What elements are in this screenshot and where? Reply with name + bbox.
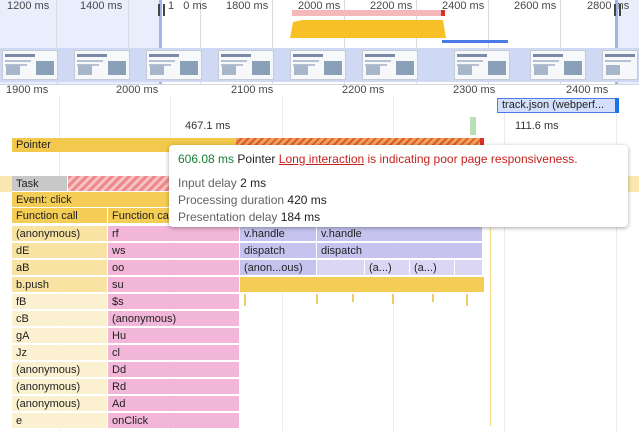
overview-tick: 1200 ms xyxy=(7,0,50,12)
network-request-track-json[interactable]: track.json (webperf... xyxy=(497,98,619,113)
screenshot-thumbnail[interactable] xyxy=(146,50,202,80)
screenshot-thumbnail[interactable] xyxy=(218,50,274,80)
overview-tick: 2400 ms xyxy=(442,0,485,12)
flame-entry[interactable]: Hu xyxy=(108,328,240,344)
flame-entry[interactable]: (anonymous) xyxy=(12,362,108,378)
flame-function-call-label: Function ca xyxy=(112,210,169,222)
flame-entry[interactable]: (anon...ous) xyxy=(240,260,317,276)
flame-entry[interactable]: dispatch xyxy=(240,243,317,259)
overview-long-task-marker xyxy=(441,10,445,16)
flame-sliver xyxy=(466,294,468,306)
flame-sliver xyxy=(352,294,354,302)
tooltip-interaction-type: Pointer xyxy=(237,152,276,166)
tooltip-input-delay: Input delay 2 ms xyxy=(178,176,619,190)
flame-entry[interactable]: onClick xyxy=(108,413,240,429)
tooltip-presentation-delay: Presentation delay 184 ms xyxy=(178,210,619,224)
timeline-ruler: 1900 ms 2000 ms 2100 ms 2200 ms 2300 ms … xyxy=(0,84,639,98)
overview-tick: 1 0 ms xyxy=(168,0,208,12)
screenshots-filmstrip xyxy=(0,48,639,82)
ruler-tick: 2100 ms xyxy=(231,84,274,96)
flame-entry[interactable]: v.handle xyxy=(317,226,483,242)
overview-tick: 1400 ms xyxy=(80,0,123,12)
right-handle-grip-icon[interactable] xyxy=(614,4,621,16)
interaction-tooltip: 606.08 ms Pointer Long interaction is in… xyxy=(169,145,628,227)
flame-entry[interactable]: cB xyxy=(12,311,108,327)
overview-network-request xyxy=(442,40,508,43)
flame-entry[interactable] xyxy=(455,260,483,276)
flame-task-label: Task xyxy=(16,178,39,190)
screenshot-thumbnail[interactable] xyxy=(2,50,58,80)
flame-sliver xyxy=(316,294,318,304)
flame-sliver xyxy=(392,294,394,304)
flame-entry[interactable]: (a...) xyxy=(365,260,410,276)
ruler-tick: 1900 ms xyxy=(6,84,49,96)
flame-entry[interactable]: $s xyxy=(108,294,240,310)
network-request-end-marker xyxy=(615,98,619,113)
flame-entry[interactable]: (anonymous) xyxy=(12,379,108,395)
input-delay-label: Input delay xyxy=(178,176,237,190)
ruler-tick: 2400 ms xyxy=(566,84,609,96)
processing-duration-label: Processing duration xyxy=(178,193,285,207)
screenshot-thumbnail[interactable] xyxy=(530,50,586,80)
flame-entry[interactable]: e xyxy=(12,413,108,429)
flame-task[interactable]: Task xyxy=(12,176,68,192)
flame-entry[interactable]: (a...) xyxy=(410,260,455,276)
screenshot-thumbnail[interactable] xyxy=(602,50,638,80)
overview-network-bar xyxy=(292,10,444,16)
tooltip-processing-duration: Processing duration 420 ms xyxy=(178,193,619,207)
overview-tick: 2800 ms xyxy=(587,0,630,12)
flame-entry[interactable]: aB xyxy=(12,260,108,276)
timeline-overview[interactable]: 1200 ms 1400 ms 1 0 ms 1800 ms 2000 ms 2… xyxy=(0,0,639,84)
flame-entry[interactable]: b.push xyxy=(12,277,108,293)
flame-entry[interactable]: (anonymous) xyxy=(12,226,108,242)
screenshot-thumbnail[interactable] xyxy=(290,50,346,80)
flame-entry[interactable]: ws xyxy=(108,243,240,259)
screenshot-thumbnail[interactable] xyxy=(362,50,418,80)
flame-entry[interactable]: dE xyxy=(12,243,108,259)
screenshot-thumbnail[interactable] xyxy=(74,50,130,80)
flame-entry[interactable]: Dd xyxy=(108,362,240,378)
flame-entry[interactable]: Rd xyxy=(108,379,240,395)
flame-sliver xyxy=(244,294,246,306)
tooltip-warning-message: is indicating poor page responsiveness. xyxy=(367,152,578,166)
tooltip-duration: 606.08 ms xyxy=(178,152,235,166)
flame-entry[interactable]: Jz xyxy=(12,345,108,361)
flame-entry[interactable]: oo xyxy=(108,260,240,276)
flame-entry[interactable]: v.handle xyxy=(240,226,317,242)
ruler-tick: 2000 ms xyxy=(116,84,159,96)
interaction-marker[interactable] xyxy=(470,117,476,135)
pointer-label: Pointer xyxy=(16,139,51,151)
interaction-duration-right: 111.6 ms xyxy=(515,120,559,132)
flame-entry[interactable]: Ad xyxy=(108,396,240,412)
long-interaction-link[interactable]: Long interaction xyxy=(279,152,364,166)
ruler-tick: 2300 ms xyxy=(453,84,496,96)
processing-duration-value: 420 ms xyxy=(287,193,327,207)
overview-tick: 1800 ms xyxy=(226,0,269,12)
flame-entry[interactable]: fB xyxy=(12,294,108,310)
flame-entry[interactable]: su xyxy=(108,277,240,293)
interaction-duration-left: 467.1 ms xyxy=(185,120,231,132)
flame-function-call-label: Function call xyxy=(16,210,78,222)
flame-entry[interactable]: rf xyxy=(108,226,240,242)
flame-function-call[interactable]: Function call xyxy=(12,208,108,224)
flame-entry[interactable]: cl xyxy=(108,345,240,361)
overview-tick: 2600 ms xyxy=(514,0,557,12)
flame-entry[interactable]: gA xyxy=(12,328,108,344)
flame-entry[interactable] xyxy=(240,277,485,293)
overview-cpu-activity xyxy=(290,20,446,38)
flame-event-click-label: Event: click xyxy=(16,194,72,206)
flame-sliver xyxy=(490,226,491,426)
flame-entry[interactable]: dispatch xyxy=(317,243,483,259)
flame-entry[interactable] xyxy=(317,260,365,276)
flame-entry[interactable]: (anonymous) xyxy=(12,396,108,412)
presentation-delay-label: Presentation delay xyxy=(178,210,278,224)
left-handle-grip-icon[interactable] xyxy=(158,4,165,16)
screenshot-thumbnail[interactable] xyxy=(454,50,510,80)
flame-sliver xyxy=(432,294,434,302)
input-delay-value: 2 ms xyxy=(240,176,267,190)
presentation-delay-value: 184 ms xyxy=(280,210,321,224)
ruler-tick: 2200 ms xyxy=(342,84,385,96)
flame-entry[interactable]: (anonymous) xyxy=(108,311,240,327)
